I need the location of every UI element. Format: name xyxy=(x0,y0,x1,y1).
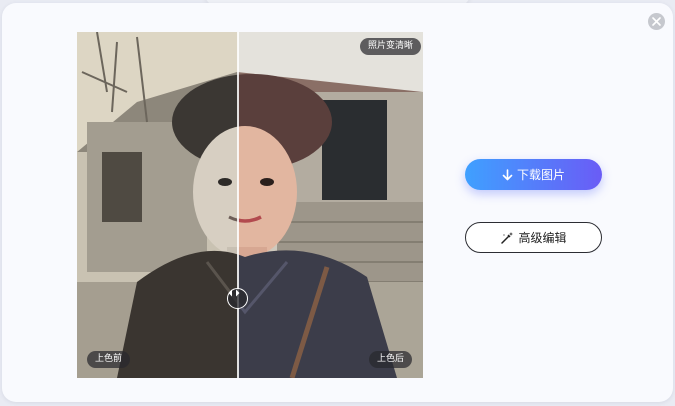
result-modal: 照片变清晰 上色前 上色后 下载图片 高级编辑 xyxy=(2,3,673,402)
advanced-edit-button[interactable]: 高级编辑 xyxy=(465,222,602,253)
after-label: 上色后 xyxy=(369,351,413,368)
before-label: 上色前 xyxy=(87,351,131,368)
download-label: 下载图片 xyxy=(516,168,565,182)
photo-illustration xyxy=(77,32,423,378)
compare-divider[interactable] xyxy=(237,32,239,378)
magic-wand-icon xyxy=(500,231,514,245)
close-icon xyxy=(652,17,661,26)
before-after-photo[interactable]: 照片变清晰 上色前 上色后 xyxy=(77,32,423,378)
download-arrow-icon xyxy=(502,168,513,181)
compare-handle[interactable] xyxy=(227,288,248,309)
enhance-badge: 照片变清晰 xyxy=(360,38,422,55)
download-button[interactable]: 下载图片 xyxy=(465,159,602,190)
advanced-edit-label: 高级编辑 xyxy=(518,231,567,245)
close-button[interactable] xyxy=(648,13,665,30)
